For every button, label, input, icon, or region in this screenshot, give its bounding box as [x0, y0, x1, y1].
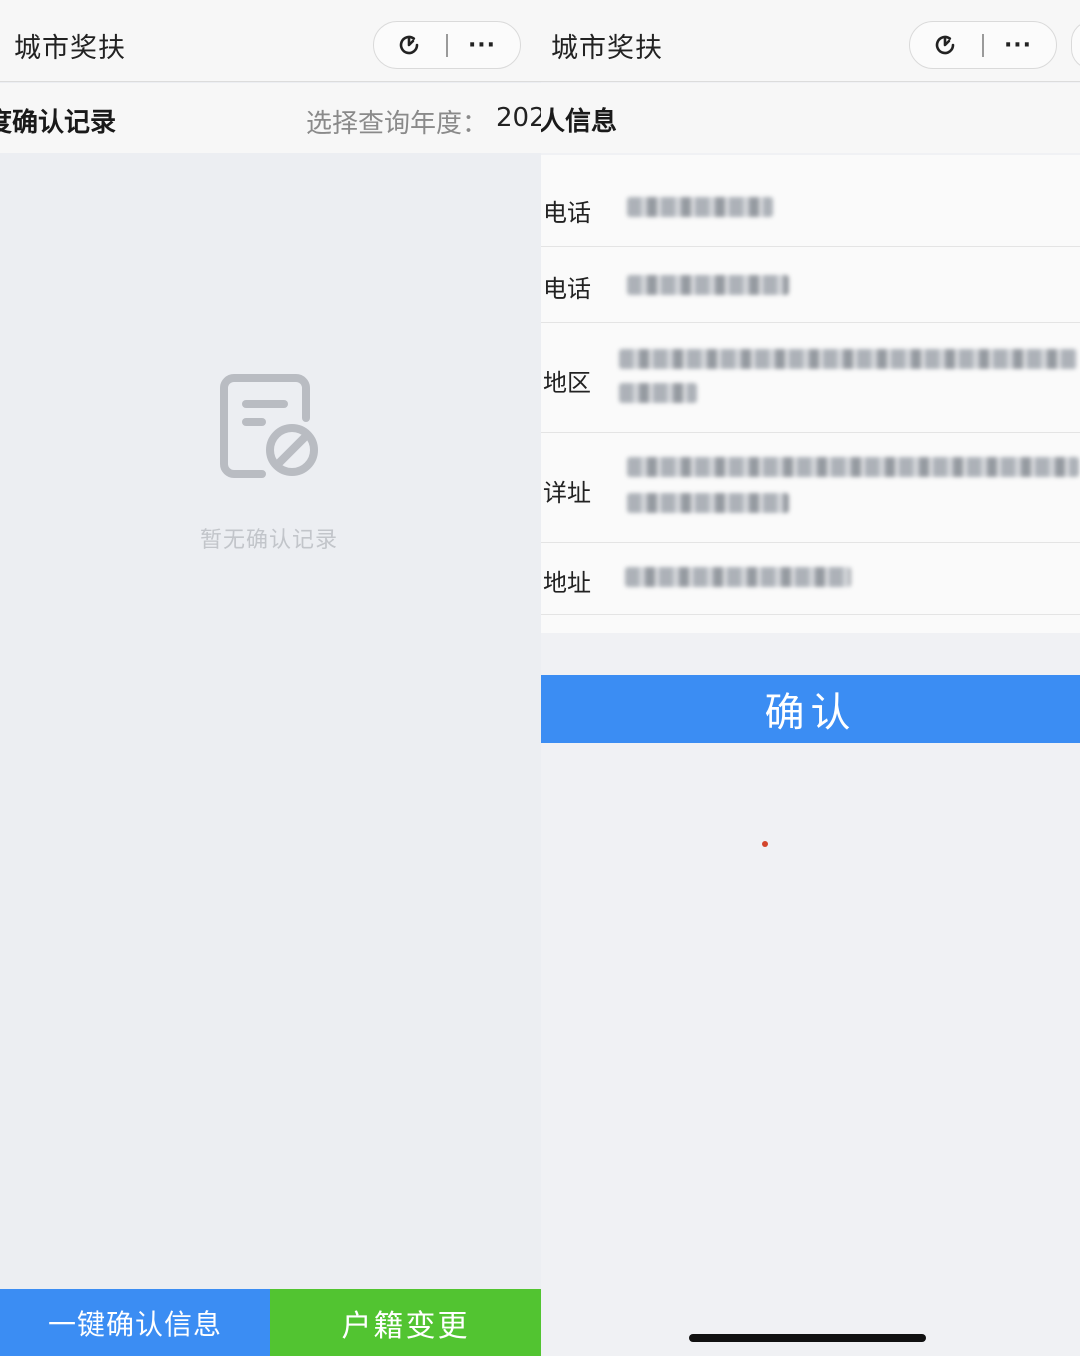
phone-label-2: 电话 [543, 275, 591, 303]
page-title: 度确认记录 [0, 108, 117, 138]
more-icon[interactable]: ··· [988, 22, 1048, 68]
region-value-redacted-2 [619, 383, 697, 403]
phone2-value-redacted [627, 275, 789, 295]
address-detail-redacted [627, 457, 1079, 477]
refresh-icon[interactable] [379, 22, 439, 68]
capsule-divider [446, 34, 448, 57]
phone-row-2: 电话 [541, 247, 1080, 323]
capsule-edge [1071, 21, 1080, 69]
home-indicator[interactable] [689, 1334, 926, 1342]
address-row[interactable]: 地址 [541, 543, 1080, 615]
mini-program-capsule: ··· [373, 21, 521, 69]
hukou-change-button[interactable]: 户籍变更 [270, 1289, 541, 1356]
info-header: 人信息 [541, 83, 1080, 153]
capsule-divider [982, 34, 984, 57]
mini-program-capsule: ··· [909, 21, 1057, 69]
empty-record-icon [218, 370, 322, 480]
year-select[interactable]: 202 [496, 103, 541, 133]
touch-dot [762, 841, 768, 847]
app-title: 城市奖扶 [551, 33, 663, 64]
address-detail-label: 详址 [543, 479, 591, 507]
region-label: 地区 [543, 369, 591, 397]
empty-state-text: 暂无确认记录 [200, 528, 339, 553]
left-pane: 城市奖扶 ··· 度确认记录 选择查询年度： 202 暂无确认记录 一键确认信息… [0, 0, 541, 1356]
phone-label: 电话 [543, 199, 591, 227]
address-detail-redacted-2 [627, 493, 789, 513]
year-label: 选择查询年度： [306, 109, 489, 139]
confirm-all-button[interactable]: 一键确认信息 [0, 1289, 270, 1356]
phone-row: 电话 [541, 155, 1080, 247]
info-form: 电话 电话 地区 详址 地址 [541, 155, 1080, 633]
confirm-button[interactable]: 确认 [541, 675, 1080, 743]
left-nav-bar: 城市奖扶 ··· [0, 0, 541, 82]
region-value-redacted [619, 349, 1077, 369]
phone-value-redacted [627, 197, 773, 217]
right-pane: 城市奖扶 ··· 人信息 电话 电话 地区 详址 地址 确认 [541, 0, 1080, 1356]
region-row[interactable]: 地区 [541, 323, 1080, 433]
query-bar: 度确认记录 选择查询年度： 202 [0, 83, 541, 153]
section-title: 人信息 [541, 107, 618, 137]
address-label: 地址 [543, 569, 591, 597]
right-nav-bar: 城市奖扶 ··· [541, 0, 1080, 82]
address-detail-row[interactable]: 详址 [541, 433, 1080, 543]
address-value-redacted [625, 567, 851, 587]
refresh-icon[interactable] [915, 22, 975, 68]
app-title: 城市奖扶 [14, 33, 126, 64]
more-icon[interactable]: ··· [452, 22, 512, 68]
